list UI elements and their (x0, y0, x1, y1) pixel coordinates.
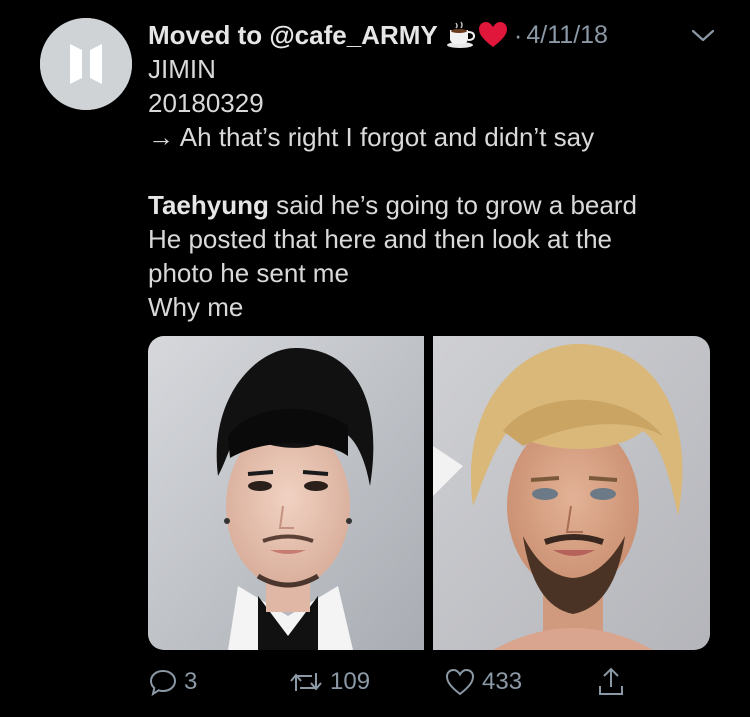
display-name[interactable]: Moved to @cafe_ARMY (148, 20, 438, 51)
tweet-header: Moved to @cafe_ARMY · 4/11/18 (148, 18, 728, 52)
tweet-line: He posted that here and then look at the (148, 224, 613, 254)
heart-icon (445, 668, 475, 696)
timestamp[interactable]: 4/11/18 (526, 21, 608, 50)
like-count: 433 (482, 668, 523, 695)
tweet-line: 20180329 (148, 88, 264, 118)
tweet-media[interactable] (148, 336, 710, 650)
bts-logo-icon (40, 18, 132, 110)
retweet-icon (290, 673, 322, 691)
tweet-text: JIMIN 20180329 → Ah that’s right I forgo… (148, 52, 718, 324)
tweet-line-rest: said he’s going to grow a beard (268, 190, 637, 220)
tweet-line: photo he sent me (148, 258, 349, 288)
share-icon (599, 667, 623, 695)
tweet-line: JIMIN (148, 54, 216, 84)
reply-icon (149, 669, 177, 697)
tweet-line: Why me (148, 292, 244, 322)
tweet[interactable]: Moved to @cafe_ARMY · 4/11/18 JIMIN 2018… (0, 0, 750, 717)
mention-name: Taehyung (148, 190, 269, 220)
retweet-count: 109 (330, 668, 371, 695)
reply-button[interactable]: 3 (148, 662, 197, 702)
photo-right[interactable] (433, 336, 710, 650)
tweet-actions: 3 109 433 (148, 662, 648, 702)
like-button[interactable]: 433 (444, 662, 522, 702)
photo-left[interactable] (148, 336, 424, 650)
tweet-line: → Ah that’s right I forgot and didn’t sa… (148, 122, 595, 152)
share-button[interactable] (596, 662, 626, 702)
tweet-line: Taehyung said he’s going to grow a beard (148, 188, 718, 222)
avatar[interactable] (40, 18, 132, 110)
red-heart-emoji (478, 21, 508, 49)
chevron-down-icon[interactable] (690, 28, 716, 44)
retweet-button[interactable]: 109 (288, 662, 370, 702)
reply-count: 3 (184, 668, 198, 695)
separator-dot: · (513, 19, 523, 50)
hot-beverage-emoji (446, 21, 476, 49)
